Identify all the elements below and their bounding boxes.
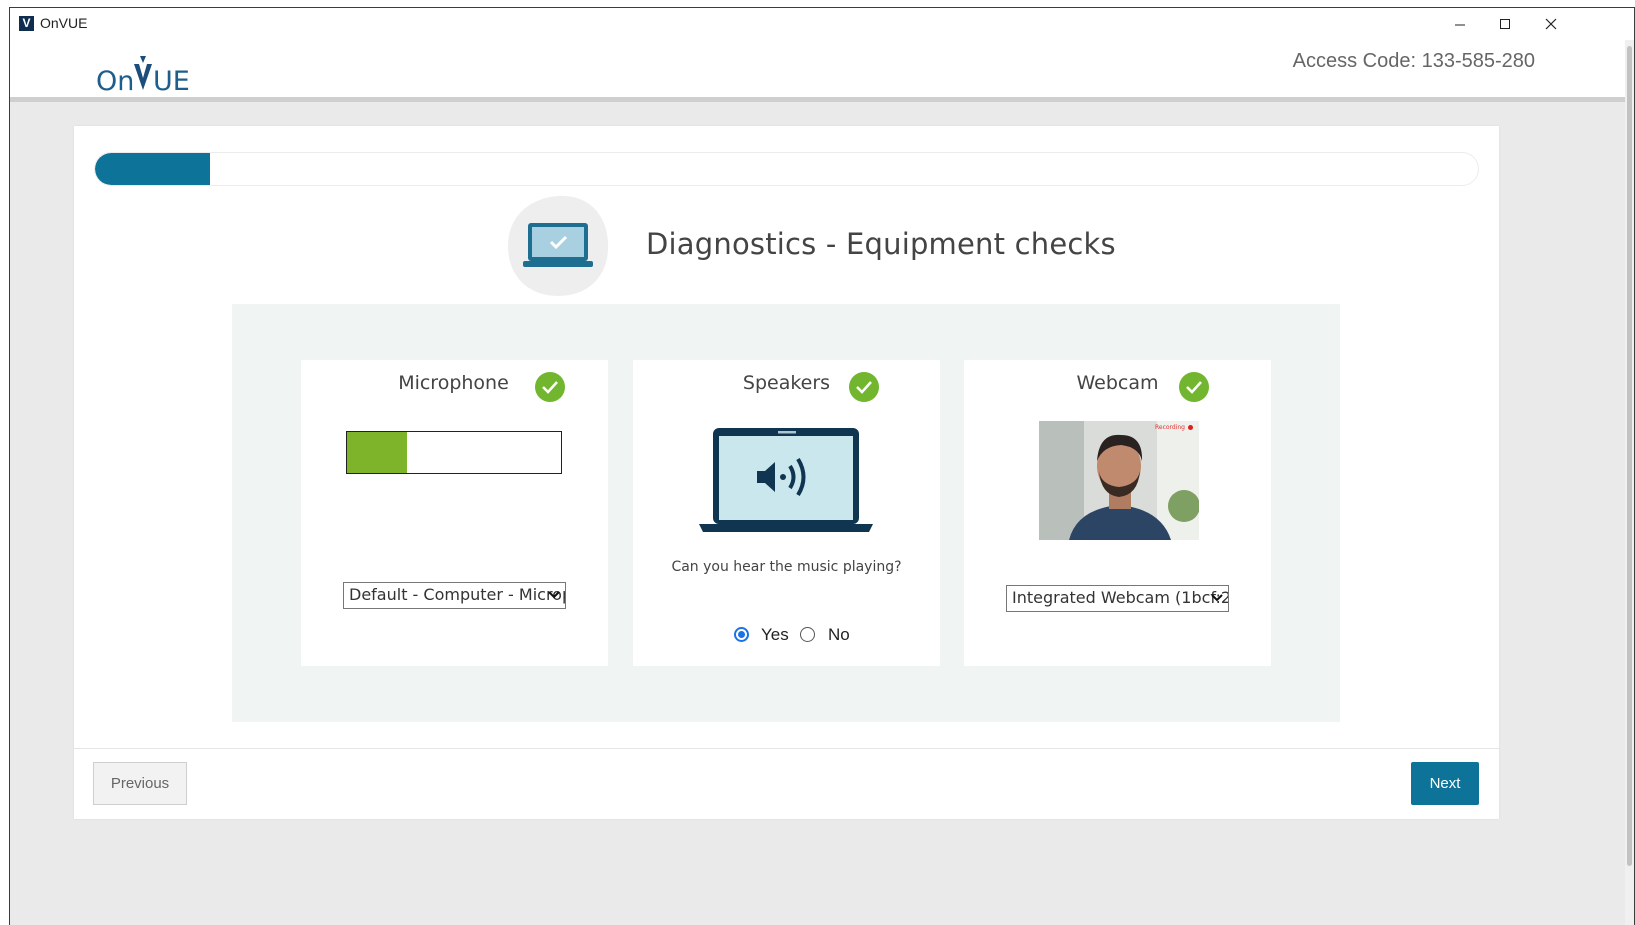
main-card: Diagnostics - Equipment checks Microphon… [74,126,1499,819]
minimize-icon [1455,24,1465,26]
laptop-check-icon [508,195,609,296]
speakers-question: Can you hear the music playing? [671,559,902,575]
page-title: Diagnostics - Equipment checks [646,227,1116,261]
speakers-check-icon [849,372,879,402]
scrollbar-thumb[interactable] [1627,46,1632,866]
previous-button[interactable]: Previous [93,762,187,805]
maximize-button[interactable] [1485,12,1525,36]
title-bar: V OnVUE [10,8,1634,40]
access-code: Access Code: 133-585-280 [1292,50,1535,72]
laptop-speaker-icon [699,428,873,532]
radio-no-label[interactable]: No [828,625,850,645]
speakers-radio-group: Yes No [633,624,940,648]
microphone-select-value: Default - Computer - Microphone [349,585,565,604]
recording-dot-icon [1188,425,1193,430]
webcam-select-value: Integrated Webcam (1bcf:2b8a) [1012,588,1228,607]
microphone-check-icon [535,372,565,402]
maximize-icon [1500,19,1510,29]
scrollbar[interactable] [1625,40,1634,925]
webcam-title: Webcam [1076,372,1159,394]
webcam-select[interactable]: Integrated Webcam (1bcf:2b8a) [1006,585,1229,612]
speakers-title: Speakers [742,372,831,394]
speakers-card: Speakers Can you hear the music playing? [633,360,940,666]
microphone-card: Microphone Default - Computer - Micropho… [301,360,608,666]
app-logo-icon: V [19,16,34,31]
microphone-level-fill [347,432,407,473]
chevron-down-icon [1211,594,1223,602]
radio-yes-label[interactable]: Yes [761,625,789,645]
svg-text:UE: UE [153,66,190,94]
onvue-logo: On UE [96,56,190,94]
progress-fill [95,153,210,185]
minimize-button[interactable] [1440,12,1480,36]
next-button[interactable]: Next [1411,762,1479,805]
webcam-card: Webcam Recording Integrated Webcam (1bcf… [964,360,1271,666]
window-title: OnVUE [40,15,88,31]
microphone-select[interactable]: Default - Computer - Microphone [343,582,566,609]
svg-text:On: On [96,66,134,94]
webcam-preview: Recording [1039,421,1199,540]
chevron-down-icon [548,591,560,599]
app-window: V OnVUE On UE Access Code: 133-585-280 D… [9,7,1635,925]
webcam-check-icon [1179,372,1209,402]
equipment-panel: Microphone Default - Computer - Micropho… [232,304,1340,722]
app-header: On UE Access Code: 133-585-280 [10,40,1627,102]
progress-bar [94,152,1479,186]
footer-divider [74,748,1499,749]
close-button[interactable] [1531,12,1571,36]
webcam-person-image [1039,421,1199,540]
microphone-level-meter [346,431,562,474]
radio-no[interactable] [800,627,815,642]
radio-yes[interactable] [734,627,749,642]
recording-label: Recording [1154,424,1185,431]
close-icon [1545,18,1557,30]
